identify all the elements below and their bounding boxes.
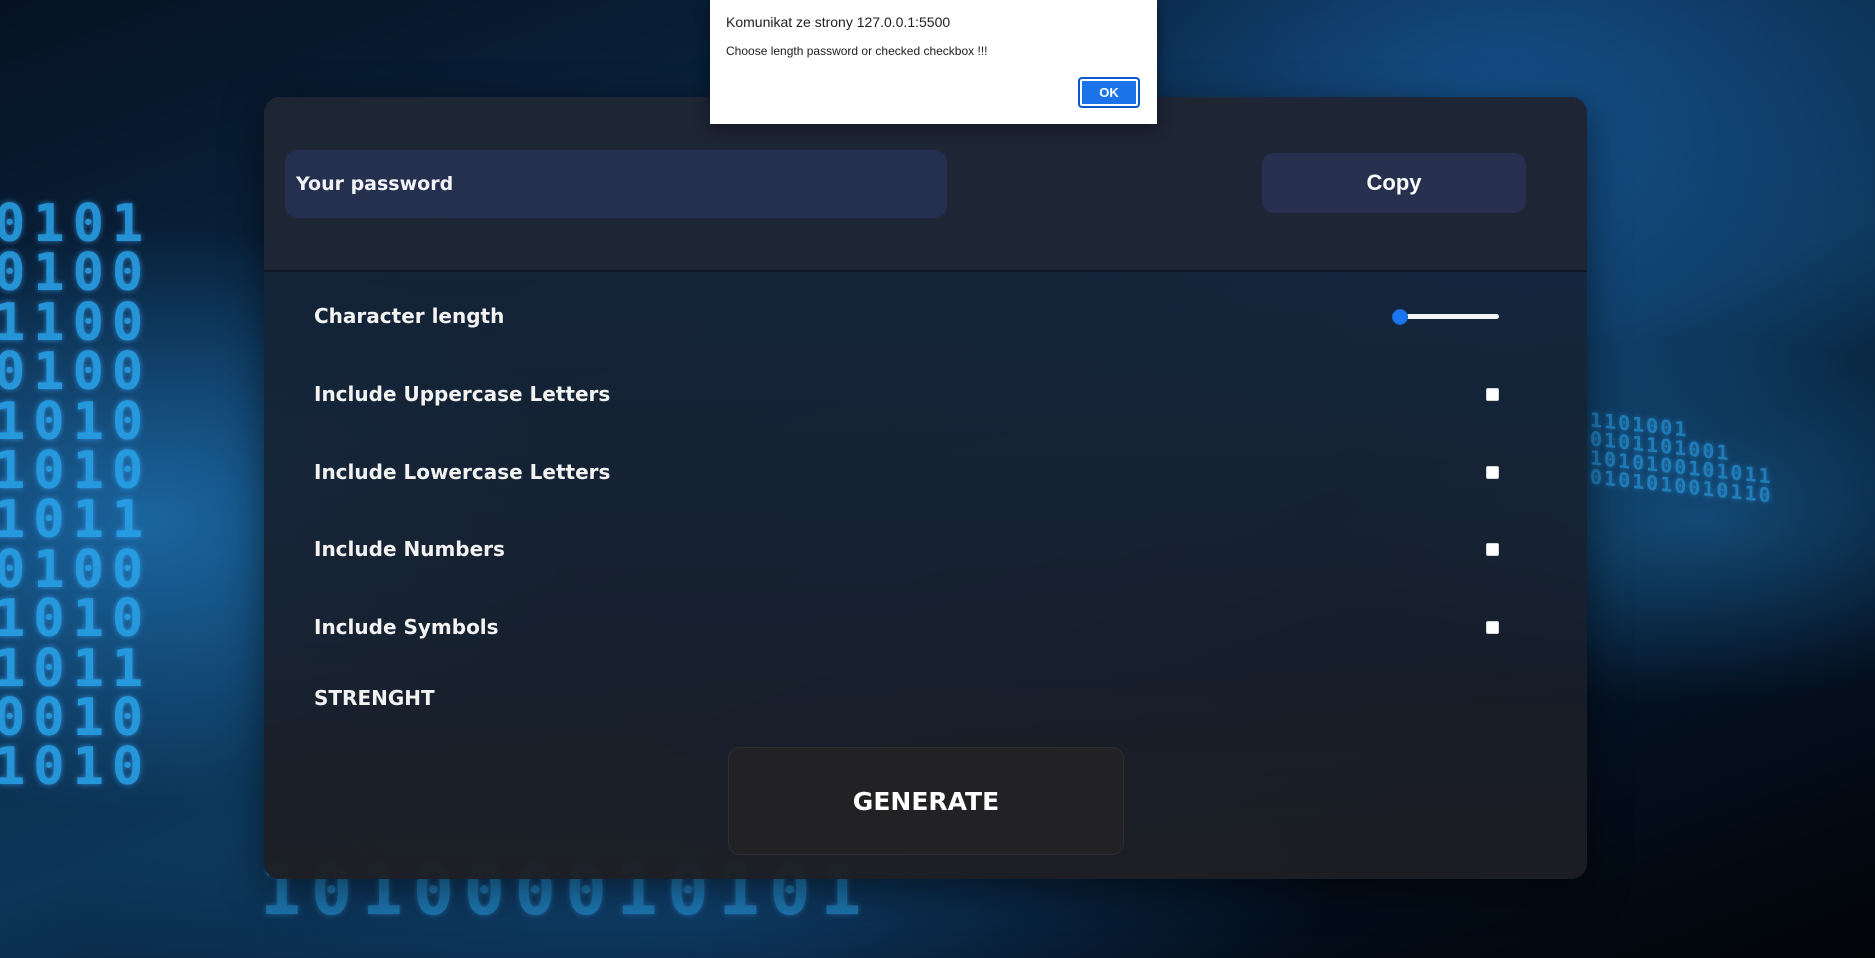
numbers-checkbox[interactable] bbox=[1486, 542, 1499, 556]
alert-ok-button[interactable]: OK bbox=[1078, 77, 1140, 108]
alert-title: Komunikat ze strony 127.0.0.1:5500 bbox=[726, 14, 951, 30]
lowercase-label: Include Lowercase Letters bbox=[314, 460, 611, 484]
character-length-slider[interactable] bbox=[1392, 307, 1499, 325]
option-uppercase: Include Uppercase Letters bbox=[314, 374, 1499, 414]
symbols-label: Include Symbols bbox=[314, 615, 499, 639]
copy-button[interactable]: Copy bbox=[1262, 153, 1526, 213]
password-output[interactable]: Your password bbox=[285, 150, 947, 218]
alert-message: Choose length password or checked checkb… bbox=[726, 44, 988, 58]
password-generator-card: Your password Copy Character length Incl… bbox=[264, 97, 1587, 879]
symbols-checkbox[interactable] bbox=[1486, 620, 1499, 634]
option-lowercase: Include Lowercase Letters bbox=[314, 452, 1499, 492]
slider-thumb[interactable] bbox=[1392, 309, 1408, 325]
option-symbols: Include Symbols bbox=[314, 607, 1499, 647]
character-length-label: Character length bbox=[314, 304, 505, 328]
lowercase-checkbox[interactable] bbox=[1486, 465, 1499, 479]
strength-label: STRENGHT bbox=[314, 686, 435, 710]
password-output-text: Your password bbox=[296, 173, 454, 195]
uppercase-label: Include Uppercase Letters bbox=[314, 382, 611, 406]
option-character-length: Character length bbox=[314, 296, 1499, 336]
background-digits-right: 1101001 0101101001 1010100101011 0101010… bbox=[1590, 407, 1773, 508]
background-digits-left: 0101 0100 1100 0100 1010 1010 1011 0100 … bbox=[0, 194, 152, 798]
slider-track bbox=[1396, 314, 1499, 319]
generate-button[interactable]: GENERATE bbox=[728, 747, 1124, 855]
numbers-label: Include Numbers bbox=[314, 537, 505, 561]
alert-dialog: Komunikat ze strony 127.0.0.1:5500 Choos… bbox=[710, 0, 1157, 124]
uppercase-checkbox[interactable] bbox=[1486, 387, 1499, 401]
option-numbers: Include Numbers bbox=[314, 529, 1499, 569]
